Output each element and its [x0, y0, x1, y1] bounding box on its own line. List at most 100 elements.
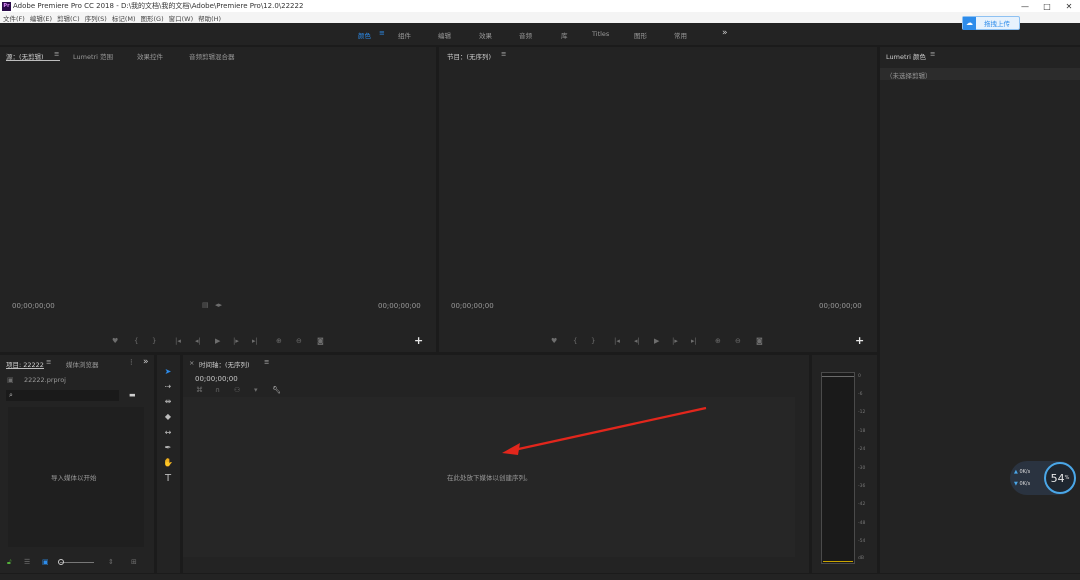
workspace-tab-graphics[interactable]: 图形: [634, 30, 647, 40]
workspace-tab-titles[interactable]: Titles: [592, 30, 609, 38]
mark-out-icon[interactable]: }: [152, 337, 156, 345]
panel-menu-icon[interactable]: ≡: [501, 50, 506, 58]
zoom-slider-handle[interactable]: [58, 559, 64, 565]
more-panels-icon[interactable]: »: [143, 357, 149, 367]
menu-window[interactable]: 窗口(W): [169, 13, 194, 23]
workspace-tab-effects[interactable]: 效果: [479, 30, 492, 40]
workspace-bar: 颜色 ≡ 组件 编辑 效果 音频 库 Titles 图形 常用 »: [0, 23, 1080, 45]
razor-tool-icon[interactable]: ◆: [163, 412, 173, 422]
workspace-tab-audio[interactable]: 音频: [519, 30, 532, 40]
close-window-button[interactable]: ✕: [1058, 0, 1080, 12]
workspace-more-icon[interactable]: »: [722, 28, 728, 38]
icon-view-icon[interactable]: ▣: [42, 558, 49, 566]
menu-file[interactable]: 文件(F): [3, 13, 25, 23]
workspace-menu-icon[interactable]: ≡: [379, 29, 385, 37]
go-to-in-icon[interactable]: |◂: [614, 337, 620, 345]
meter-tick: -12: [858, 410, 866, 415]
workspace-tab-editing[interactable]: 编辑: [438, 30, 451, 40]
tab-lumetri-color[interactable]: Lumetri 颜色: [886, 51, 926, 61]
go-to-out-icon[interactable]: ▸|: [691, 337, 697, 345]
lock-icon[interactable]: 🔓︎: [7, 558, 12, 567]
drag-video-icon[interactable]: ▤: [202, 301, 209, 309]
workspace-tab-color[interactable]: 颜色: [358, 30, 371, 40]
premiere-window: Pr Adobe Premiere Pro CC 2018 - D:\我的文档\…: [0, 0, 1080, 580]
window-title: Adobe Premiere Pro CC 2018 - D:\我的文档\我的文…: [13, 2, 304, 10]
play-icon[interactable]: ▶: [654, 337, 659, 345]
nest-icon[interactable]: ⌘: [196, 386, 203, 394]
menu-help[interactable]: 帮助(H): [198, 13, 221, 23]
menu-graphics[interactable]: 图形(G): [141, 13, 164, 23]
network-speed-widget[interactable]: ▲ 0K/s ▼ 0K/s 54%: [1010, 461, 1076, 495]
pen-tool-icon[interactable]: ✒: [163, 443, 173, 453]
snap-icon[interactable]: ∩: [215, 386, 220, 394]
tab-effect-controls[interactable]: 效果控件: [137, 51, 163, 61]
wrench-icon[interactable]: 🔧︎: [272, 386, 281, 394]
step-forward-icon[interactable]: |▸: [233, 337, 239, 345]
add-marker-icon[interactable]: ♥: [551, 337, 557, 345]
tab-audio-clip-mixer[interactable]: 音频剪辑混合器: [189, 51, 235, 61]
zoom-slider[interactable]: [60, 562, 94, 563]
play-icon[interactable]: ▶: [215, 337, 220, 345]
track-select-tool-icon[interactable]: ⇢: [163, 382, 173, 392]
minimize-button[interactable]: —: [1014, 0, 1036, 12]
tab-lumetri-scopes[interactable]: Lumetri 范围: [73, 51, 113, 61]
panel-menu-icon[interactable]: ≡: [264, 358, 269, 366]
step-back-icon[interactable]: ◂|: [634, 337, 640, 345]
selection-tool-icon[interactable]: ➤: [163, 367, 173, 377]
go-to-out-icon[interactable]: ▸|: [252, 337, 258, 345]
hand-tool-icon[interactable]: ✋: [163, 458, 173, 468]
panel-menu-icon[interactable]: ≡: [930, 50, 935, 58]
annotation-arrow: [502, 406, 707, 455]
menu-markers[interactable]: 标记(M): [112, 13, 136, 23]
meter-level: [823, 561, 853, 562]
maximize-button[interactable]: □: [1036, 0, 1058, 12]
linked-selection-icon[interactable]: ⚇: [234, 386, 240, 394]
workspace-tab-assembly[interactable]: 组件: [398, 30, 411, 40]
add-marker-icon[interactable]: ♥: [112, 337, 118, 345]
export-frame-icon[interactable]: ◙: [317, 337, 324, 345]
list-view-icon[interactable]: ☰: [24, 558, 30, 566]
panel-menu-icon[interactable]: ≡: [46, 358, 51, 366]
menu-edit[interactable]: 编辑(E): [30, 13, 52, 23]
step-forward-icon[interactable]: |▸: [672, 337, 678, 345]
menu-bar: 文件(F) 编辑(E) 剪辑(C) 序列(S) 标记(M) 图形(G) 窗口(W…: [0, 12, 1080, 23]
search-input[interactable]: ⌕: [6, 390, 119, 401]
panel-menu-icon[interactable]: ≡: [54, 50, 59, 58]
extract-icon[interactable]: ⊖: [735, 337, 741, 345]
mark-in-icon[interactable]: {: [134, 337, 138, 345]
project-panel: 项目: 22222 ≡ 媒体浏览器 ⋮ » ▣ 22222.prproj ⌕ ▬…: [0, 355, 154, 573]
close-tab-icon[interactable]: ×: [189, 359, 194, 367]
go-to-in-icon[interactable]: |◂: [175, 337, 181, 345]
add-marker-icon[interactable]: ▾: [254, 386, 258, 394]
tab-program[interactable]: 节目：(无序列): [447, 51, 491, 61]
drag-upload-button[interactable]: ☁ 拖拽上传: [962, 16, 1020, 30]
insert-icon[interactable]: ⊕: [276, 337, 282, 345]
step-back-icon[interactable]: ◂|: [195, 337, 201, 345]
slip-tool-icon[interactable]: ↔: [163, 428, 173, 438]
memory-percent: 54: [1050, 471, 1065, 485]
automate-icon[interactable]: ⊞: [131, 558, 137, 566]
add-button[interactable]: +: [855, 334, 864, 347]
overwrite-icon[interactable]: ⊖: [296, 337, 302, 345]
lift-icon[interactable]: ⊕: [715, 337, 721, 345]
add-button[interactable]: +: [414, 334, 423, 347]
project-drop-area[interactable]: 导入媒体以开始: [8, 407, 144, 547]
meter-top-line: [822, 376, 854, 377]
tab-timeline[interactable]: 时间轴：(无序列): [199, 359, 250, 369]
download-speed: ▼ 0K/s: [1014, 481, 1030, 487]
workspace-tab-general[interactable]: 常用: [674, 30, 687, 40]
sort-icon[interactable]: ⇕: [108, 558, 114, 566]
vertical-ellipsis-icon[interactable]: ⋮: [128, 358, 135, 366]
export-frame-icon[interactable]: ◙: [756, 337, 763, 345]
workspace-tab-libraries[interactable]: 库: [561, 30, 568, 40]
mark-in-icon[interactable]: {: [573, 337, 577, 345]
new-bin-icon[interactable]: ▬: [129, 391, 136, 399]
menu-sequence[interactable]: 序列(S): [85, 13, 107, 23]
drag-audio-icon[interactable]: ◂▸: [215, 301, 222, 309]
ripple-edit-tool-icon[interactable]: ⇹: [163, 397, 173, 407]
menu-clip[interactable]: 剪辑(C): [57, 13, 80, 23]
mark-out-icon[interactable]: }: [591, 337, 595, 345]
active-tab-underline: [6, 60, 60, 61]
type-tool-icon[interactable]: T: [163, 474, 173, 484]
tab-media-browser[interactable]: 媒体浏览器: [66, 359, 99, 369]
